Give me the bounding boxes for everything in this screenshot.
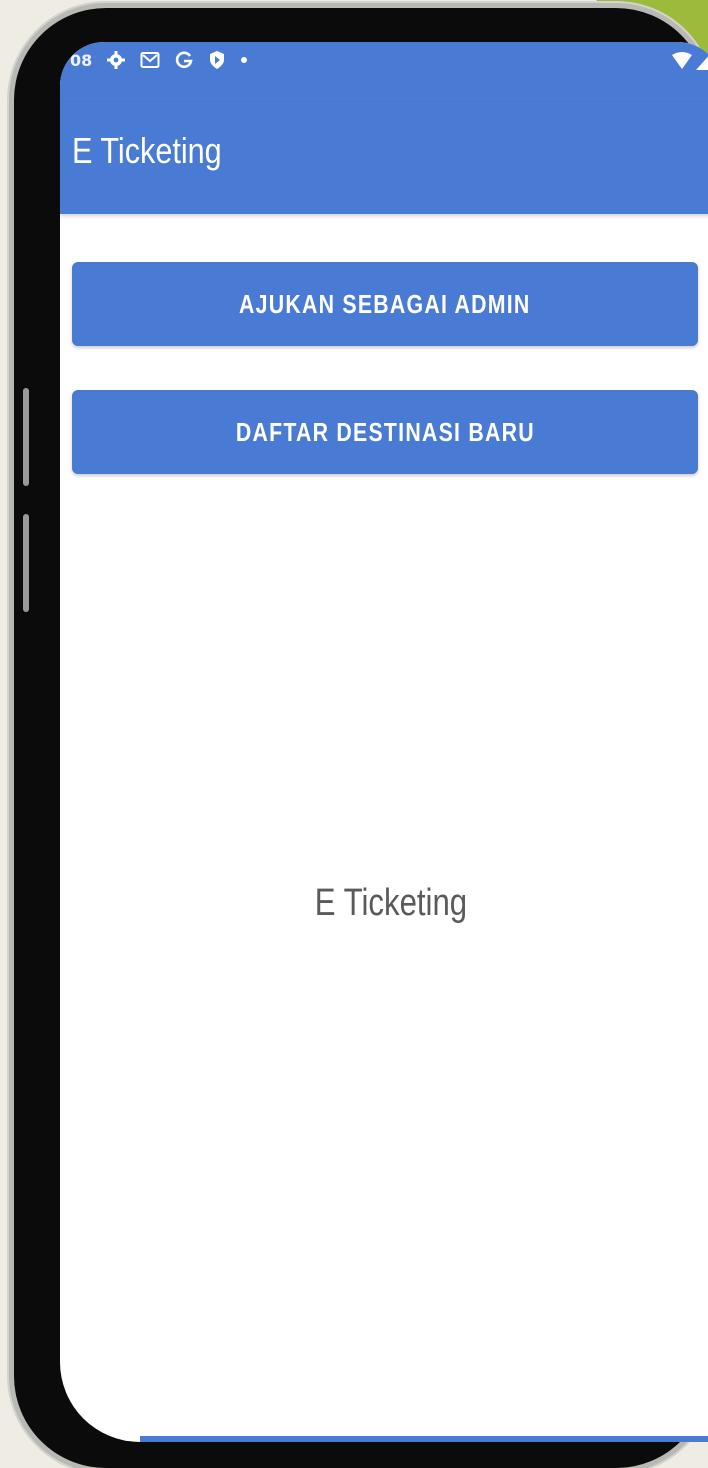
- status-icons-left: 08: [70, 50, 248, 70]
- bottom-edge-bar: [140, 1436, 708, 1442]
- status-icons-right: [671, 52, 708, 70]
- apply-admin-button[interactable]: AJUKAN SEBAGAI ADMIN: [72, 262, 698, 346]
- center-label: E Ticketing: [60, 882, 708, 925]
- dot-icon: [240, 56, 248, 64]
- phone-frame: 08 E Ticketing AJUKAN SEBAGAI ADMIN DAFT…: [14, 8, 708, 1468]
- google-icon: [174, 50, 194, 70]
- register-destination-button[interactable]: DAFTAR DESTINASI BARU: [72, 390, 698, 474]
- settings-icon: [106, 50, 126, 70]
- app-title: E Ticketing: [72, 130, 222, 171]
- volume-up-button[interactable]: [23, 388, 29, 486]
- apply-admin-button-label: AJUKAN SEBAGAI ADMIN: [239, 288, 531, 319]
- volume-down-button[interactable]: [23, 514, 29, 612]
- register-destination-button-label: DAFTAR DESTINASI BARU: [235, 416, 535, 447]
- center-label-text: E Ticketing: [314, 882, 468, 924]
- app-bar: E Ticketing: [60, 102, 708, 214]
- status-time: 08: [70, 50, 93, 70]
- app-screen: 08 E Ticketing AJUKAN SEBAGAI ADMIN DAFT…: [60, 42, 708, 1442]
- gmail-icon: [140, 51, 160, 69]
- signal-icon: [696, 52, 708, 70]
- wifi-icon: [671, 52, 693, 70]
- shield-icon: [208, 50, 226, 70]
- status-bar: 08: [60, 42, 708, 102]
